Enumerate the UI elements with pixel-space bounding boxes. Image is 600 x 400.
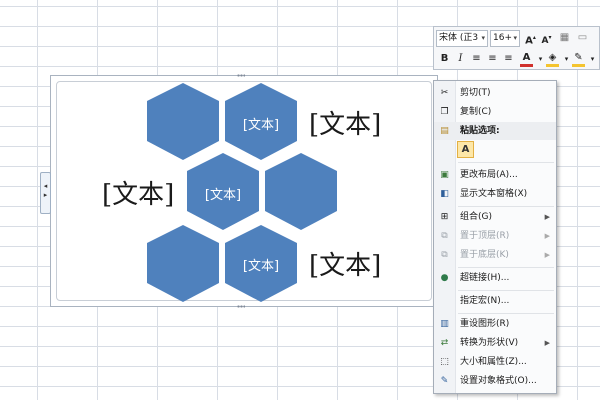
hexagon-label-2[interactable]: [文本] xyxy=(193,184,253,203)
macro-icon xyxy=(438,295,451,307)
mini-toolbar: 宋体 (正3 ▾ 16+ ▾ A▴ A▾ ▦ ▭ B I ≡ ≡ ≡ A ▾ ◈… xyxy=(433,26,600,70)
menu-item-label: 置于底层(K) xyxy=(460,250,509,260)
side-text-label-3[interactable]: [文本] xyxy=(309,245,381,282)
font-name-select[interactable]: 宋体 (正3 ▾ xyxy=(436,30,488,47)
submenu-arrow-icon: ▶ xyxy=(544,251,550,259)
menu-item-show-text-pane[interactable]: ◧ 显示文本窗格(X) xyxy=(434,185,556,203)
menu-item-reset-graphic[interactable]: ▥ 重设图形(R) xyxy=(434,315,556,333)
font-size-value: 16+ xyxy=(493,33,512,43)
format-object-icon: ✎ xyxy=(440,376,449,386)
menu-item-label: 设置对象格式(O)... xyxy=(460,376,537,386)
context-menu: ✂ 剪切(T) ❐ 复制(C) ▤ 粘贴选项: ▣ 更改布局(A)... ◧ 显… xyxy=(433,80,557,394)
align-center-icon[interactable]: ≡ xyxy=(486,52,499,66)
menu-item-label: 组合(G) xyxy=(460,212,492,222)
font-color-icon[interactable]: A xyxy=(520,52,533,67)
font-name-value: 宋体 (正3 xyxy=(439,33,479,43)
bring-to-front-icon: ⧉ xyxy=(441,231,448,241)
grow-font-icon[interactable]: A▴ xyxy=(524,31,537,46)
shrink-font-icon[interactable]: A▾ xyxy=(540,31,553,46)
text-pane-icon: ◧ xyxy=(440,189,449,199)
change-layout-icon: ▣ xyxy=(440,170,449,180)
cut-icon: ✂ xyxy=(440,88,449,98)
size-properties-icon: ⬚ xyxy=(440,357,449,367)
menu-item-copy[interactable]: ❐ 复制(C) xyxy=(434,103,556,121)
chevron-down-icon: ▾ xyxy=(513,34,517,42)
hexagon-label-3[interactable]: [文本] xyxy=(231,255,291,274)
menu-item-label: 置于顶层(R) xyxy=(460,231,510,241)
submenu-arrow-icon: ▶ xyxy=(544,339,550,347)
menu-item-label: 更改布局(A)... xyxy=(460,170,518,180)
menu-item-size-and-properties[interactable]: ⬚ 大小和属性(Z)... xyxy=(434,353,556,371)
convert-shapes-icon: ⇄ xyxy=(440,338,449,348)
menu-item-convert-to-shapes[interactable]: ⇄ 转换为形状(V) ▶ xyxy=(434,334,556,352)
paste-icon: ▤ xyxy=(440,126,449,136)
menu-item-paste-options: ▤ 粘贴选项: xyxy=(434,122,556,140)
chevron-down-icon: ▾ xyxy=(481,34,485,42)
clear-format-icon[interactable]: ▭ xyxy=(576,31,589,45)
menu-separator xyxy=(458,267,554,268)
menu-item-bring-to-front[interactable]: ⧉ 置于顶层(R) ▶ xyxy=(434,227,556,245)
copy-icon: ❐ xyxy=(440,107,449,117)
side-text-label-2[interactable]: [文本] xyxy=(102,174,174,211)
bold-button[interactable]: B xyxy=(438,52,451,66)
font-size-select[interactable]: 16+ ▾ xyxy=(490,30,520,47)
menu-item-format-object[interactable]: ✎ 设置对象格式(O)... xyxy=(434,372,556,390)
menu-item-assign-macro[interactable]: 指定宏(N)... xyxy=(434,292,556,310)
menu-item-hyperlink[interactable]: ● 超链接(H)... xyxy=(434,269,556,287)
menu-item-label: 超链接(H)... xyxy=(460,273,510,283)
paste-keep-text-only-button[interactable]: A xyxy=(457,141,474,158)
italic-button[interactable]: I xyxy=(454,52,467,66)
menu-item-label: 剪切(T) xyxy=(460,88,491,98)
hexagon-shape-4[interactable] xyxy=(265,153,337,230)
submenu-arrow-icon: ▶ xyxy=(544,232,550,240)
align-left-icon[interactable]: ≡ xyxy=(470,52,483,66)
submenu-arrow-icon: ▶ xyxy=(544,213,550,221)
group-icon: ⊞ xyxy=(440,212,449,222)
hexagon-label-1[interactable]: [文本] xyxy=(231,114,291,133)
menu-item-label: 显示文本窗格(X) xyxy=(460,189,528,199)
hyperlink-icon: ● xyxy=(440,273,449,283)
menu-separator xyxy=(458,162,554,163)
reset-graphic-icon: ▥ xyxy=(440,319,449,329)
menu-separator xyxy=(458,313,554,314)
menu-item-label: 指定宏(N)... xyxy=(460,296,510,306)
menu-item-label: 转换为形状(V) xyxy=(460,338,519,348)
line-color-icon[interactable]: ✎ xyxy=(572,52,585,67)
menu-item-cut[interactable]: ✂ 剪切(T) xyxy=(434,84,556,102)
chevron-down-icon[interactable]: ▾ xyxy=(586,52,599,66)
side-text-label-1[interactable]: [文本] xyxy=(309,104,381,141)
menu-item-label: 重设图形(R) xyxy=(460,319,510,329)
hexagon-shape-5[interactable] xyxy=(147,225,219,302)
menu-item-label: 大小和属性(Z)... xyxy=(460,357,527,367)
menu-item-group[interactable]: ⊞ 组合(G) ▶ xyxy=(434,208,556,226)
menu-item-label: 复制(C) xyxy=(460,107,492,117)
hexagon-shape-1[interactable] xyxy=(147,83,219,160)
fill-color-icon[interactable]: ◈ xyxy=(546,52,559,67)
menu-item-send-to-back[interactable]: ⧉ 置于底层(K) ▶ xyxy=(434,246,556,264)
menu-item-change-layout[interactable]: ▣ 更改布局(A)... xyxy=(434,166,556,184)
align-right-icon[interactable]: ≡ xyxy=(502,52,515,66)
menu-item-label: 粘贴选项: xyxy=(460,126,500,136)
send-to-back-icon: ⧉ xyxy=(441,250,448,260)
menu-separator xyxy=(458,206,554,207)
menu-separator xyxy=(458,290,554,291)
format-painter-icon[interactable]: ▦ xyxy=(558,31,571,45)
